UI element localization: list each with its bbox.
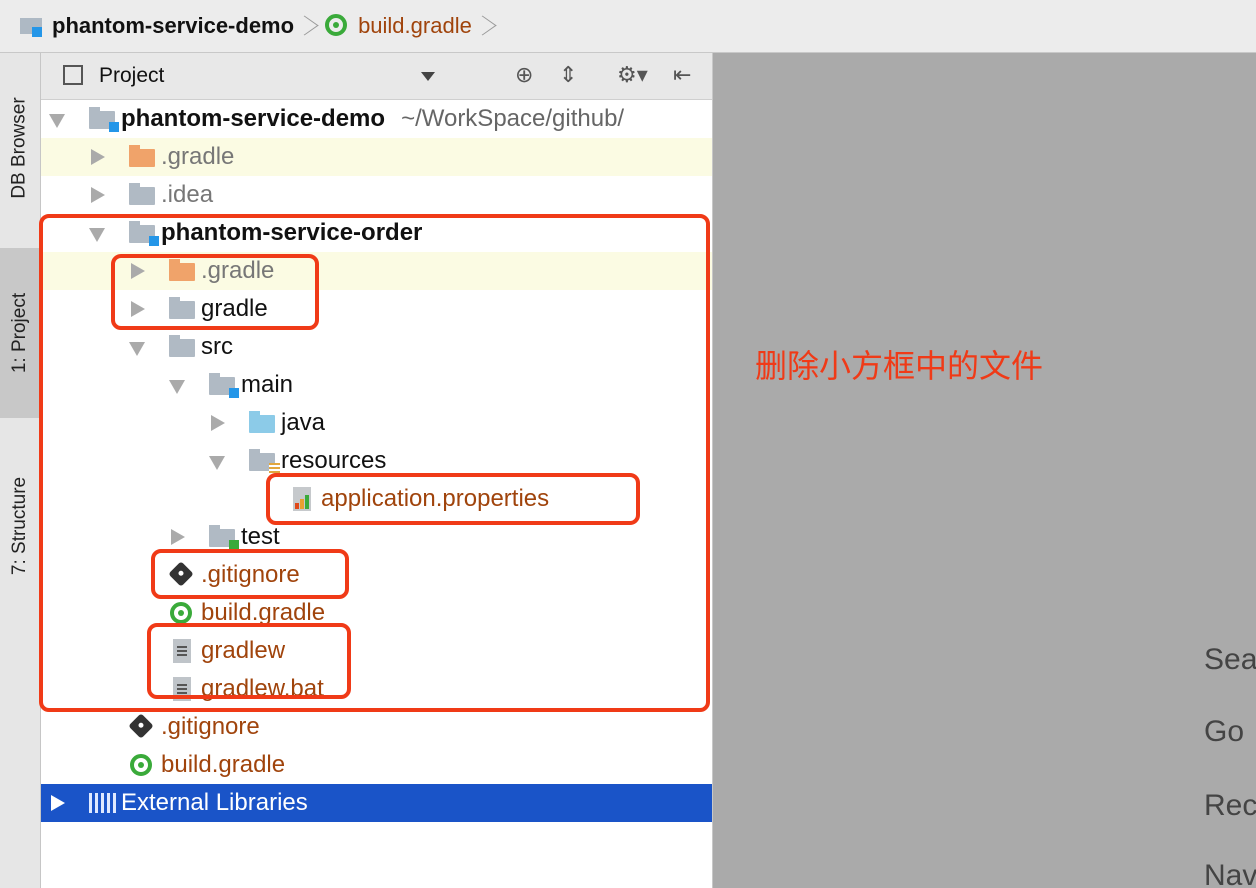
target-icon[interactable]: ⊕ (515, 62, 533, 88)
gear-icon[interactable]: ⚙▾ (617, 62, 648, 88)
editor-hint: Nav (1204, 859, 1256, 888)
editor-hint: Go (1204, 715, 1245, 748)
annotation-box-gradle-folders (111, 254, 319, 330)
view-dropdown-icon[interactable] (421, 72, 435, 81)
tree-row[interactable]: .gradle (41, 138, 712, 176)
project-view-icon (63, 65, 83, 85)
breadcrumb-project-label: phantom-service-demo (52, 13, 295, 38)
expand-arrow-icon[interactable] (49, 793, 67, 813)
project-folder-icon (20, 15, 46, 37)
tree-root-label: phantom-service-demo (121, 105, 386, 132)
annotation-note: 删除小方框中的文件 (755, 347, 1044, 385)
annotation-box-gradlew (147, 623, 351, 699)
module-folder-icon (87, 106, 119, 132)
hide-panel-icon[interactable]: ⇤ (673, 62, 691, 88)
editor-hint: Sea (1204, 643, 1256, 676)
tree-label: build.gradle (161, 751, 286, 778)
editor-hint: Rec (1204, 789, 1256, 822)
git-icon (127, 713, 157, 740)
tree-root-path: ~/WorkSpace/github/ (401, 105, 625, 132)
db-browser-label: DB Browser (9, 97, 31, 199)
folder-icon (127, 144, 157, 170)
expand-arrow-icon[interactable] (89, 185, 107, 205)
tree-row-root[interactable]: phantom-service-demo ~/WorkSpace/github/ (41, 100, 712, 138)
breadcrumb-project[interactable]: phantom-service-demo (0, 0, 300, 52)
tree-label: .gradle (161, 143, 235, 170)
structure-tab[interactable]: 7: Structure (0, 431, 40, 621)
db-browser-tab[interactable]: DB Browser (0, 63, 40, 233)
structure-tab-label: 7: Structure (9, 476, 30, 576)
breadcrumb-file[interactable]: build.gradle (320, 0, 478, 52)
expand-arrow-icon[interactable] (49, 109, 67, 129)
gradle-icon (127, 752, 157, 778)
collapse-all-icon[interactable]: ⇕ (559, 62, 577, 88)
breadcrumb-separator (480, 8, 490, 44)
editor-empty-area: 删除小方框中的文件 Sea Go Rec Nav (713, 53, 1256, 888)
navigation-bar: phantom-service-demo build.gradle (0, 0, 1256, 53)
project-panel: Project ⊕ ⇕ ⚙▾ ⇤ phantom-service-demo ~/… (39, 53, 713, 888)
libraries-icon (87, 790, 117, 816)
folder-icon (127, 182, 157, 208)
left-tool-strip: DB Browser 1: Project 7: Structure (0, 53, 41, 888)
tree-row[interactable]: .idea (41, 176, 712, 214)
expand-arrow-icon[interactable] (89, 147, 107, 167)
tree-label: .idea (161, 181, 214, 208)
project-tab-label: 1: Project (9, 292, 31, 374)
project-tab[interactable]: 1: Project (0, 248, 40, 418)
tree-row-external-libraries[interactable]: External Libraries (41, 784, 712, 822)
breadcrumb-file-label: build.gradle (358, 13, 472, 38)
breadcrumb-separator (302, 8, 312, 44)
gradle-icon (324, 12, 352, 40)
panel-header: Project ⊕ ⇕ ⚙▾ ⇤ (41, 53, 712, 100)
annotation-box-gitignore (151, 549, 349, 599)
annotation-box-properties (266, 473, 640, 525)
tree-row[interactable]: build.gradle (41, 746, 712, 784)
tree-label: .gitignore (161, 713, 260, 740)
tree-row[interactable]: .gitignore (41, 708, 712, 746)
tree-label: External Libraries (121, 789, 308, 816)
panel-title[interactable]: Project (99, 64, 164, 88)
